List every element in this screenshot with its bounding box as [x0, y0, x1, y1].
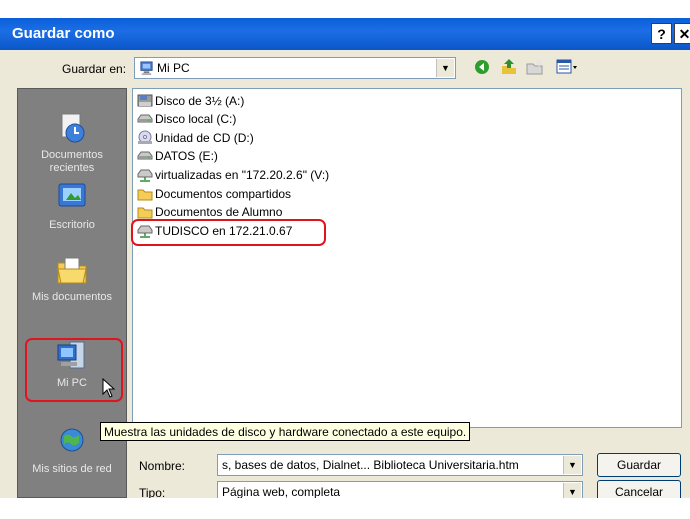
back-icon[interactable] — [474, 59, 490, 78]
save-in-label: Guardar en: — [62, 62, 127, 76]
network-places-icon — [60, 428, 84, 456]
filetype-select[interactable]: Página web, completa ▼ — [217, 481, 583, 498]
hard-drive-icon — [137, 151, 153, 160]
folder-icon — [137, 189, 153, 201]
chevron-down-icon[interactable]: ▼ — [563, 483, 581, 498]
list-item[interactable]: DATOS (E:) — [137, 147, 218, 165]
place-label: Escritorio — [49, 219, 95, 231]
cancel-button[interactable]: Cancelar — [597, 480, 681, 498]
view-menu-icon[interactable] — [556, 59, 578, 78]
my-documents-icon — [57, 257, 87, 284]
list-item[interactable]: Disco de 3½ (A:) — [137, 92, 244, 110]
close-button[interactable]: ✕ — [674, 23, 690, 44]
place-label: Documentos recientes — [41, 149, 103, 174]
place-label: Mis sitios de red — [32, 463, 112, 475]
title-bar[interactable]: Guardar como ? ✕ — [0, 18, 690, 50]
network-drive-icon — [137, 169, 153, 182]
cd-drive-icon — [138, 130, 152, 144]
place-recent-documents[interactable]: Documentos recientes — [18, 111, 126, 175]
chevron-down-icon[interactable]: ▼ — [563, 456, 581, 474]
window-title: Guardar como — [12, 25, 115, 42]
filename-label: Nombre: — [139, 459, 186, 473]
floppy-drive-icon — [137, 94, 153, 107]
chevron-down-icon[interactable]: ▼ — [436, 59, 454, 77]
place-desktop[interactable]: Escritorio — [18, 181, 126, 232]
new-folder-icon[interactable] — [526, 59, 544, 78]
save-in-combo[interactable]: Mi PC ▼ — [134, 57, 456, 79]
folder-icon — [137, 207, 153, 219]
help-button[interactable]: ? — [651, 23, 672, 44]
hard-drive-icon — [137, 114, 153, 123]
list-item[interactable]: Documentos compartidos — [137, 185, 291, 203]
file-list[interactable]: Disco de 3½ (A:) Disco local (C:) Unidad… — [132, 88, 682, 428]
mouse-cursor-icon — [102, 377, 116, 401]
up-folder-icon[interactable] — [500, 58, 518, 79]
list-item[interactable]: Unidad de CD (D:) — [137, 129, 254, 147]
list-item[interactable]: virtualizadas en "172.20.2.6" (V:) — [137, 166, 329, 184]
save-as-dialog: Guardar como ? ✕ Guardar en: Mi PC ▼ Doc… — [0, 18, 690, 498]
recent-documents-icon — [61, 113, 85, 143]
filename-input[interactable]: s, bases de datos, Dialnet... Biblioteca… — [217, 454, 583, 476]
filetype-label: Tipo: — [139, 486, 166, 498]
desktop-icon — [58, 183, 86, 207]
save-button[interactable]: Guardar — [597, 453, 681, 477]
place-label: Mis documentos — [31, 291, 113, 303]
my-computer-icon — [139, 61, 154, 79]
place-my-documents[interactable]: Mis documentos — [18, 253, 126, 304]
list-item[interactable]: Disco local (C:) — [137, 110, 236, 128]
tooltip: Muestra las unidades de disco y hardware… — [100, 422, 471, 441]
highlight-box — [131, 219, 326, 246]
save-in-value: Mi PC — [157, 61, 190, 75]
